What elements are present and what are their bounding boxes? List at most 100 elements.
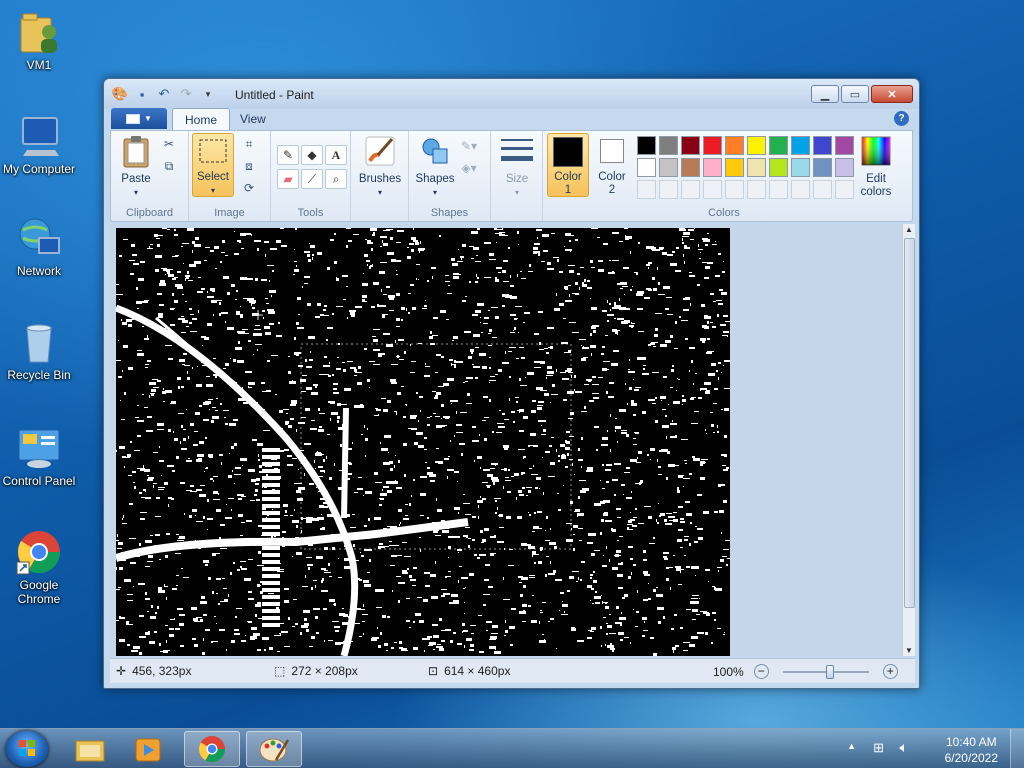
copy-icon[interactable]: ⧉ [159, 157, 179, 175]
brushes-group: Brushes ▾ [351, 131, 409, 221]
color-swatch[interactable] [637, 158, 656, 177]
select-button[interactable]: Select ▾ [192, 133, 234, 197]
color-swatch[interactable] [681, 158, 700, 177]
custom-color-slot[interactable] [835, 180, 854, 199]
color-swatch[interactable] [791, 158, 810, 177]
size-label: Size [505, 173, 529, 185]
tools-group-label: Tools [297, 207, 324, 219]
shape-fill-icon[interactable]: ◈▾ [459, 159, 479, 177]
color-swatch[interactable] [813, 158, 832, 177]
color-swatch[interactable] [813, 136, 832, 155]
taskbar-chrome[interactable] [184, 731, 240, 767]
desktop-icon-chrome[interactable]: Google Chrome [0, 528, 78, 606]
taskbar-media-player[interactable] [120, 731, 176, 767]
custom-color-slot[interactable] [725, 180, 744, 199]
tab-home[interactable]: Home [172, 108, 231, 130]
custom-color-slot[interactable] [813, 180, 832, 199]
brushes-button[interactable]: Brushes ▾ [357, 135, 403, 199]
pencil-icon[interactable]: ✎ [277, 145, 299, 165]
color-swatch[interactable] [703, 136, 722, 155]
outline-icon[interactable]: ✎▾ [459, 137, 479, 155]
scrollbar-thumb[interactable] [904, 238, 915, 608]
color2-button[interactable]: Color 2 [593, 136, 631, 197]
color-swatch[interactable] [659, 158, 678, 177]
zoom-level: 100% [713, 664, 744, 679]
title-bar[interactable]: 🎨 ▪ ↶ ↷ ▾ Untitled - Paint ▁ ▭ ✕ [104, 79, 919, 109]
show-desktop-button[interactable] [1010, 729, 1024, 768]
eraser-icon[interactable]: ▰ [277, 169, 299, 189]
close-button[interactable]: ✕ [871, 85, 913, 103]
desktop-icon-control-panel[interactable]: Control Panel [0, 424, 78, 488]
user-folder-icon [15, 8, 63, 56]
undo-icon[interactable]: ↶ [156, 86, 172, 102]
desktop-icon-network[interactable]: Network [0, 214, 78, 278]
maximize-button[interactable]: ▭ [841, 85, 869, 103]
zoom-slider-thumb[interactable] [825, 664, 834, 679]
minimize-button[interactable]: ▁ [811, 85, 839, 103]
save-icon[interactable]: ▪ [134, 86, 150, 102]
custom-color-slot[interactable] [637, 180, 656, 199]
vertical-scrollbar[interactable]: ▲ ▼ [902, 224, 915, 656]
file-menu-button[interactable]: ▼ [111, 108, 167, 129]
tab-view[interactable]: View [228, 108, 278, 130]
scroll-down-icon[interactable]: ▼ [905, 646, 913, 655]
volume-icon[interactable]: 🔈︎ [900, 739, 908, 756]
start-button[interactable] [6, 731, 48, 767]
clock[interactable]: 10:40 AM 6/20/2022 [945, 734, 998, 766]
color-picker-icon[interactable]: ⟋ [301, 169, 323, 189]
color-swatch[interactable] [725, 158, 744, 177]
color-swatch[interactable] [835, 158, 854, 177]
custom-color-slot[interactable] [659, 180, 678, 199]
size-button[interactable]: Size ▾ [497, 135, 537, 199]
fill-icon[interactable]: ◆ [301, 145, 323, 165]
color-swatch[interactable] [747, 136, 766, 155]
zoom-out-button[interactable]: − [753, 664, 769, 679]
customize-toolbar-icon[interactable]: ▾ [200, 86, 216, 102]
zoom-in-button[interactable]: + [882, 664, 898, 679]
desktop-icon-vm1[interactable]: VM1 [0, 8, 78, 72]
shapes-button[interactable]: Shapes ▾ [413, 135, 457, 199]
color-swatch[interactable] [637, 136, 656, 155]
resize-icon[interactable]: ⧈ [239, 157, 259, 175]
color-swatch[interactable] [791, 136, 810, 155]
color1-button[interactable]: Color 1 [547, 133, 589, 197]
selection-size-value: 272 × 208px [291, 664, 358, 678]
color-swatch[interactable] [835, 136, 854, 155]
magnifier-icon[interactable]: ⌕ [325, 169, 347, 189]
rainbow-palette-icon [860, 135, 892, 169]
custom-color-slot[interactable] [681, 180, 700, 199]
windows-logo-icon [19, 740, 35, 756]
help-icon[interactable]: ? [894, 111, 909, 126]
show-hidden-icons-icon[interactable]: ▲ [847, 741, 856, 751]
taskbar-explorer[interactable] [62, 731, 118, 767]
color-swatch[interactable] [681, 136, 700, 155]
drawing-canvas[interactable] [116, 228, 730, 656]
text-icon[interactable]: A [325, 145, 347, 165]
color-swatch[interactable] [747, 158, 766, 177]
network-status-icon[interactable]: ⊞ [873, 740, 884, 756]
redo-icon[interactable]: ↷ [178, 86, 194, 102]
image-size: ⊡ 614 × 460px [428, 664, 510, 678]
cut-icon[interactable]: ✂ [159, 135, 179, 153]
color-swatch[interactable] [769, 158, 788, 177]
color-swatch[interactable] [659, 136, 678, 155]
edit-colors-button[interactable]: Edit colors [853, 135, 899, 199]
taskbar-paint[interactable] [246, 731, 302, 767]
scroll-up-icon[interactable]: ▲ [905, 225, 913, 234]
custom-color-slot[interactable] [703, 180, 722, 199]
crop-icon[interactable]: ⌗ [239, 135, 259, 153]
custom-color-slot[interactable] [769, 180, 788, 199]
colors-group-label: Colors [708, 207, 740, 219]
desktop-icon-recycle-bin[interactable]: Recycle Bin [0, 318, 78, 382]
color-swatch[interactable] [725, 136, 744, 155]
custom-color-slot[interactable] [791, 180, 810, 199]
rotate-icon[interactable]: ⟳ [239, 179, 259, 197]
color-swatch[interactable] [703, 158, 722, 177]
paste-button[interactable]: Paste ▾ [117, 135, 155, 199]
zoom-slider[interactable] [782, 664, 869, 679]
paint-app-icon[interactable]: 🎨 [112, 86, 128, 102]
desktop-icon-my-computer[interactable]: My Computer [0, 112, 78, 176]
color-swatch[interactable] [769, 136, 788, 155]
brushes-label: Brushes [358, 173, 402, 185]
custom-color-slot[interactable] [747, 180, 766, 199]
